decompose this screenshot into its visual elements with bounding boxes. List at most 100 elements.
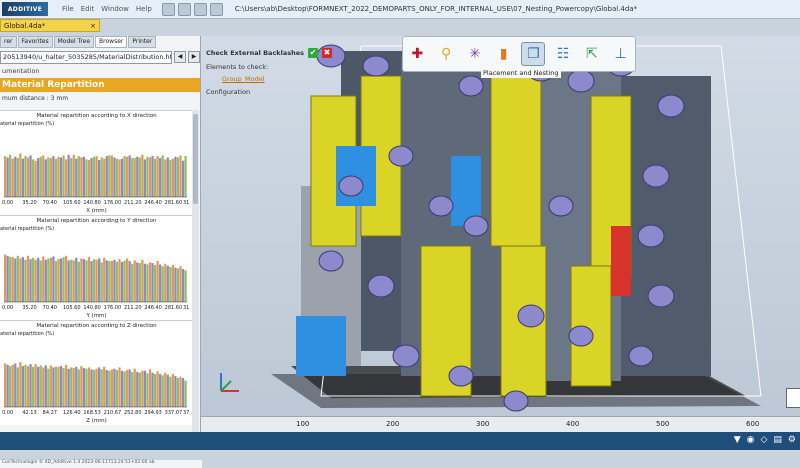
bar-s1-21 — [166, 157, 169, 197]
menu-file[interactable]: File — [62, 5, 74, 13]
bar-s2-3 — [31, 257, 35, 302]
bar-s1-17 — [136, 262, 139, 302]
cancel-button[interactable]: ✖ — [322, 48, 333, 58]
check-panel: Check External Backlashes ✔ ✖ Elements t… — [206, 48, 333, 96]
open-icon[interactable] — [161, 2, 175, 16]
bar-s0-14 — [110, 369, 113, 407]
bar-s2-12 — [100, 262, 103, 302]
bar-s2-7 — [62, 368, 65, 407]
settings-icon[interactable]: ⚙ — [788, 435, 796, 445]
bar-s1-13 — [105, 260, 108, 302]
bar-s1-18 — [143, 159, 147, 197]
back-button[interactable]: ◀ — [174, 51, 186, 63]
bar-s0-11 — [87, 367, 91, 407]
bar-s1-1 — [14, 363, 17, 407]
tick-label: 0.00 — [2, 410, 13, 416]
check-panel-title: Check External Backlashes — [206, 49, 305, 57]
tab-browser[interactable]: Browser — [95, 36, 128, 48]
bar-s2-9 — [77, 261, 80, 302]
bar-s0-17 — [133, 368, 136, 407]
tool-icon[interactable]: ⊥ — [610, 43, 632, 65]
tab-favorites[interactable]: Favorites — [17, 36, 53, 48]
bar-s1-2 — [21, 257, 25, 302]
tick-label: 252.80 — [124, 410, 142, 416]
folder-icon[interactable] — [177, 2, 191, 16]
doc-label: umentation — [2, 67, 40, 75]
tab-printer[interactable]: Printer — [128, 36, 157, 48]
bar-s0-18 — [141, 259, 144, 302]
confirm-button[interactable]: ✔ — [308, 48, 319, 58]
layers-icon[interactable]: ▤ — [773, 435, 782, 445]
bar-s2-8 — [70, 367, 73, 407]
menu-edit[interactable]: Edit — [81, 5, 95, 13]
axis-triad — [220, 373, 239, 392]
view-icon[interactable]: ◉ — [747, 435, 755, 445]
bar-s1-14 — [113, 368, 116, 407]
cube-view-icon[interactable]: ◇ — [760, 435, 767, 445]
close-tab-icon[interactable]: × — [90, 22, 96, 30]
bar-s0-4 — [34, 160, 37, 197]
menu-bar: File Edit Window Help — [62, 5, 152, 13]
bar-s2-20 — [161, 375, 164, 407]
bar-s0-11 — [87, 257, 91, 302]
bar-s0-3 — [26, 157, 30, 197]
tick-label: 31 — [183, 305, 189, 311]
url-field[interactable]: 20513940/u_halter_5035285/MaterialDistri… — [0, 50, 172, 64]
forward-button[interactable]: ▶ — [188, 51, 200, 63]
view-cube[interactable] — [786, 388, 800, 408]
chart-icon[interactable]: ▮ — [493, 43, 515, 65]
menu-window[interactable]: Window — [101, 5, 129, 13]
bar-s1-11 — [90, 369, 93, 407]
bar-s2-12 — [100, 157, 103, 197]
document-tab[interactable]: Global.4da* × — [0, 19, 100, 32]
status-bar-left — [0, 432, 201, 450]
bar-s2-11 — [92, 370, 96, 407]
min-distance-text: mum distance : 3 mm — [2, 95, 69, 102]
bar-s2-18 — [146, 264, 149, 302]
bar-s1-22 — [174, 156, 177, 197]
tab-explorer[interactable]: rer — [0, 36, 17, 48]
bar-s1-21 — [166, 374, 169, 407]
elements-to-check[interactable]: Elements to check: — [206, 63, 332, 71]
filter-icon[interactable]: ▼ — [734, 435, 741, 445]
nesting-icon[interactable]: ❐ — [521, 42, 546, 66]
bar-s0-23 — [179, 266, 182, 302]
bar-s1-6 — [52, 256, 55, 302]
bar-s0-20 — [156, 156, 159, 197]
bar-s0-6 — [49, 257, 52, 302]
scrollbar-thumb[interactable] — [193, 114, 198, 204]
support-icon[interactable]: ⚲ — [435, 43, 457, 65]
bar-s0-16 — [126, 258, 129, 302]
menu-help[interactable]: Help — [136, 5, 152, 13]
export-icon[interactable]: ⇱ — [581, 43, 603, 65]
bar-s2-22 — [176, 157, 180, 197]
bar-s1-20 — [159, 374, 162, 407]
status-bar: ▼ ◉ ◇ ▤ ⚙ — [201, 432, 800, 450]
print-icon[interactable] — [209, 2, 223, 16]
quick-access-toolbar — [161, 2, 223, 16]
save-icon[interactable] — [193, 2, 207, 16]
bar-s1-16 — [128, 155, 131, 197]
bar-s2-23 — [184, 380, 187, 407]
bar-s1-18 — [143, 370, 147, 407]
bar-s2-2 — [24, 259, 27, 302]
bar-s2-7 — [62, 257, 65, 302]
bar-s0-9 — [72, 368, 75, 407]
bar-s1-22 — [174, 267, 177, 302]
layout-icon[interactable]: ☷ — [552, 43, 574, 65]
panel-scrollbar[interactable] — [192, 110, 199, 440]
star-icon[interactable]: ✳ — [464, 43, 486, 65]
bar-s1-0 — [6, 255, 9, 302]
configuration-item[interactable]: Configuration — [206, 88, 332, 96]
tick-label: 126.40 — [63, 410, 81, 416]
bar-s1-9 — [75, 257, 78, 302]
tick-label: 0.00 — [2, 200, 13, 206]
group-model-item[interactable]: Group_Model — [222, 75, 332, 83]
bar-s0-9 — [72, 260, 75, 302]
bar-s1-1 — [14, 258, 17, 302]
bar-s2-1 — [16, 255, 19, 302]
tab-model-tree[interactable]: Model Tree — [53, 36, 95, 48]
add-icon[interactable]: ✚ — [406, 43, 428, 65]
bar-s2-6 — [54, 261, 58, 302]
bar-s0-15 — [118, 159, 121, 197]
